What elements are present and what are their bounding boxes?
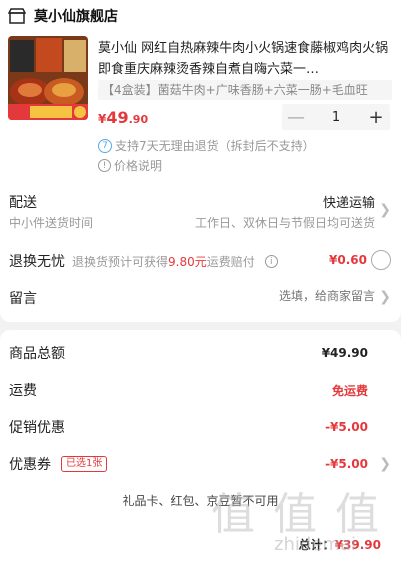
product-sku[interactable]: 【4盒装】菌菇牛肉+广味香肠+六菜一肠+毛血旺 xyxy=(98,80,392,100)
return-policy-text: 支持7天无理由退货（拆封后不支持） xyxy=(115,139,315,153)
return-policy: 7 支持7天无理由退货（拆封后不支持） xyxy=(98,137,315,154)
shop-icon xyxy=(8,8,26,24)
promo-row: 促销优惠 -¥5.00 xyxy=(9,417,392,437)
watermark-url: zhidemai xyxy=(274,534,356,555)
shipping-time: 工作日、双休日与节假日均可送货 xyxy=(194,216,375,230)
price-decimal: .90 xyxy=(128,113,149,126)
shop-name: 莫小仙旗舰店 xyxy=(34,9,118,25)
info-icon[interactable]: i xyxy=(264,255,278,268)
info-icon: ! xyxy=(98,159,111,172)
shipping-method: 快递运输 xyxy=(322,196,375,211)
return-desc-suffix: 运费赔付 xyxy=(206,255,255,269)
chevron-right-icon: ❯ xyxy=(379,202,391,218)
watermark-logo: 值 值 值 xyxy=(211,489,381,540)
goods-total-row: 商品总额 ¥49.90 xyxy=(9,343,392,363)
note-input[interactable] xyxy=(175,289,375,303)
return-service-radio[interactable] xyxy=(371,250,391,270)
product-price: ¥49.90 xyxy=(98,108,148,127)
seven-day-icon: 7 xyxy=(98,138,112,153)
note-label: 留言 xyxy=(9,291,37,307)
shipping-label: 配送 xyxy=(9,195,37,211)
chevron-right-icon: ❯ xyxy=(379,289,391,305)
promo-label: 促销优惠 xyxy=(9,420,65,436)
freight-value: 免运费 xyxy=(331,383,368,398)
product-title[interactable]: 莫小仙 网红自热麻辣牛肉小火锅速食藤椒鸡肉火锅即食重庆麻辣烫香辣自煮自嗨六菜一… xyxy=(98,38,392,80)
chevron-right-icon: ❯ xyxy=(379,456,391,472)
return-desc-amount: 9.80元 xyxy=(168,255,207,269)
coupon-value: -¥5.00 xyxy=(325,457,368,471)
shop-header[interactable]: 莫小仙旗舰店 xyxy=(8,5,118,27)
quantity-value[interactable]: 1 xyxy=(310,110,362,125)
order-card: 莫小仙旗舰店 莫小仙 网红自热麻辣牛肉小火锅速食藤椒鸡肉火锅即食重庆麻辣烫香辣自… xyxy=(0,0,401,322)
increase-button[interactable]: + xyxy=(362,104,390,130)
coupon-badge: 已选1张 xyxy=(61,456,108,472)
return-service-price: ¥0.60 xyxy=(329,253,367,267)
freight-row: 运费 免运费 xyxy=(9,380,392,400)
price-explain-link[interactable]: ! 价格说明 xyxy=(98,157,162,174)
quantity-stepper: — 1 + xyxy=(282,104,390,130)
shipping-subtitle: 中小件送货时间 xyxy=(9,216,94,230)
return-service-desc: 退换货预计可获得 9.80元 运费赔付 i xyxy=(72,253,281,270)
return-service-label: 退换无忧 xyxy=(9,254,65,270)
price-integer: 49 xyxy=(106,108,129,127)
price-explain-text: 价格说明 xyxy=(114,159,163,173)
decrease-button[interactable]: — xyxy=(282,104,310,130)
goods-total-value: ¥49.90 xyxy=(321,346,368,360)
promo-value: -¥5.00 xyxy=(325,420,368,434)
coupon-row[interactable]: 优惠券 已选1张 -¥5.00 xyxy=(9,454,392,474)
product-thumbnail[interactable] xyxy=(8,36,88,120)
freight-label: 运费 xyxy=(9,383,37,399)
goods-total-label: 商品总额 xyxy=(9,346,65,362)
return-desc-prefix: 退换货预计可获得 xyxy=(72,255,169,269)
coupon-label: 优惠券 xyxy=(9,457,51,473)
coupon-label-wrap: 优惠券 已选1张 xyxy=(9,454,108,474)
